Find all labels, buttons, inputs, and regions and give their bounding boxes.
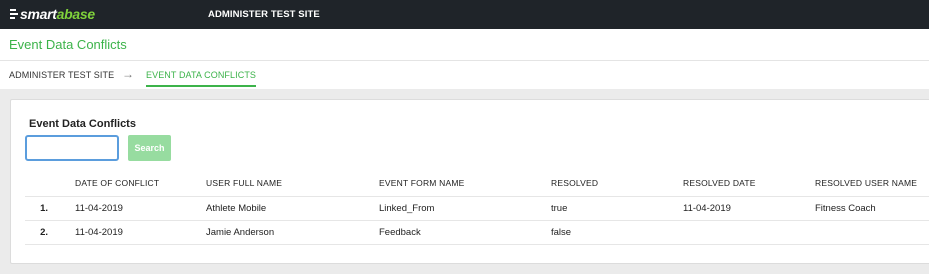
row-number: 1. xyxy=(40,203,48,214)
breadcrumb-event-data-conflicts[interactable]: EVENT DATA CONFLICTS xyxy=(146,70,257,87)
logo-speed-lines-icon xyxy=(10,9,18,19)
row-number: 2. xyxy=(40,227,48,238)
page-header: Event Data Conflicts xyxy=(0,29,929,61)
resolved-date-cell: 11-04-2019 xyxy=(683,203,731,214)
breadcrumb-administer-test-site[interactable]: ADMINISTER TEST SITE xyxy=(9,70,114,80)
event-form-name-cell: Linked_From xyxy=(379,203,435,214)
user-full-name-cell: Athlete Mobile xyxy=(206,203,267,214)
smartabase-logo[interactable]: smart abase xyxy=(10,6,95,22)
search-input[interactable] xyxy=(25,135,119,161)
search-button[interactable]: Search xyxy=(128,135,171,161)
column-header-user-full-name[interactable]: USER FULL NAME xyxy=(206,170,282,197)
panel-title: Event Data Conflicts xyxy=(29,118,136,130)
table-row[interactable]: 2. 11-04-2019 Jamie Anderson Feedback fa… xyxy=(25,221,929,245)
date-of-conflict-cell: 11-04-2019 xyxy=(75,203,123,214)
site-title[interactable]: ADMINISTER TEST SITE xyxy=(208,9,320,20)
conflicts-table: DATE OF CONFLICT USER FULL NAME EVENT FO… xyxy=(25,170,929,245)
page-title: Event Data Conflicts xyxy=(9,37,127,52)
top-navigation-bar: smart abase ADMINISTER TEST SITE xyxy=(0,0,929,29)
event-data-conflicts-panel: Event Data Conflicts Search DATE OF CONF… xyxy=(10,99,929,264)
breadcrumb: ADMINISTER TEST SITE → EVENT DATA CONFLI… xyxy=(0,61,929,89)
column-header-resolved[interactable]: RESOLVED xyxy=(551,170,598,197)
column-header-date-of-conflict[interactable]: DATE OF CONFLICT xyxy=(75,170,159,197)
logo-text-smart: smart xyxy=(20,6,57,22)
table-row[interactable]: 1. 11-04-2019 Athlete Mobile Linked_From… xyxy=(25,197,929,221)
logo-text-abase: abase xyxy=(56,6,96,22)
column-header-event-form-name[interactable]: EVENT FORM NAME xyxy=(379,170,465,197)
date-of-conflict-cell: 11-04-2019 xyxy=(75,227,123,238)
table-header-row: DATE OF CONFLICT USER FULL NAME EVENT FO… xyxy=(25,170,929,197)
column-header-resolved-user-name[interactable]: RESOLVED USER NAME xyxy=(815,170,917,197)
user-full-name-cell: Jamie Anderson xyxy=(206,227,275,238)
column-header-resolved-date[interactable]: RESOLVED DATE xyxy=(683,170,756,197)
resolved-user-name-cell: Fitness Coach xyxy=(815,203,876,214)
resolved-cell: true xyxy=(551,203,568,214)
resolved-cell: false xyxy=(551,227,572,238)
event-form-name-cell: Feedback xyxy=(379,227,421,238)
breadcrumb-arrow-icon: → xyxy=(122,67,134,81)
